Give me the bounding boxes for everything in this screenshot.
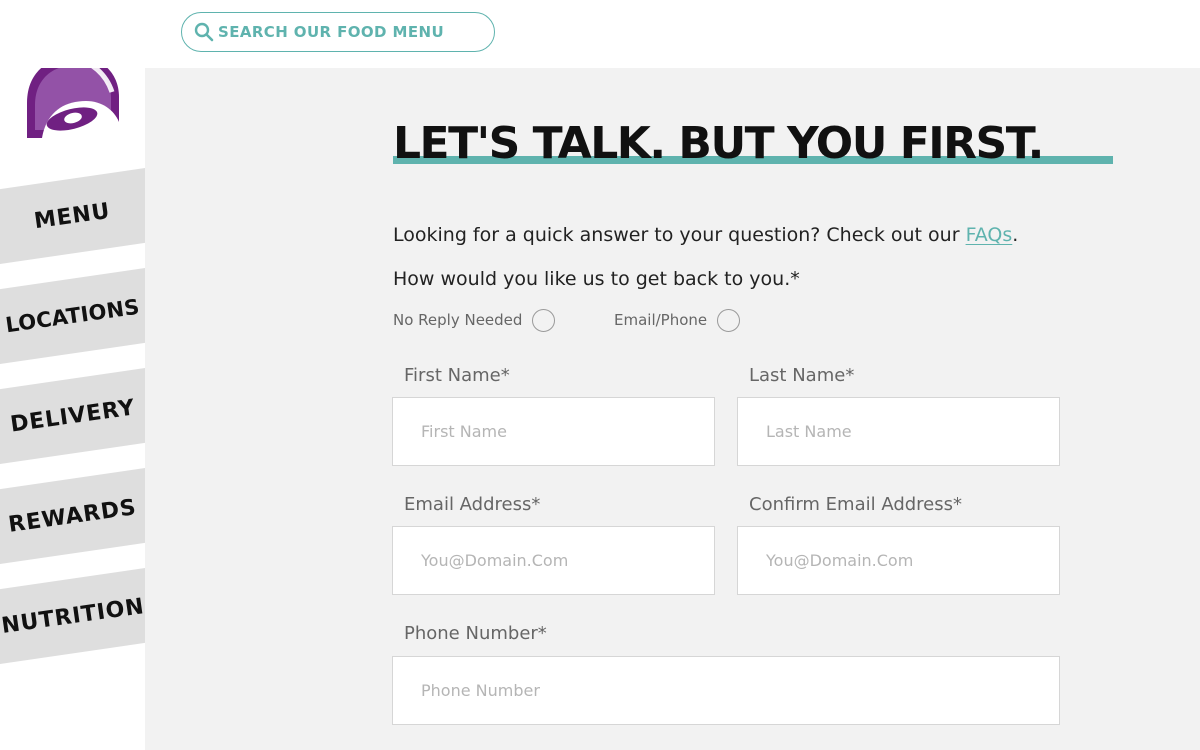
search-box[interactable] (181, 12, 495, 52)
faq-prompt-text: Looking for a quick answer to your quest… (393, 224, 966, 246)
first-name-label: First Name* (404, 365, 510, 386)
faq-prompt: Looking for a quick answer to your quest… (393, 222, 1018, 248)
last-name-label: Last Name* (749, 365, 855, 386)
email-field[interactable] (392, 526, 715, 595)
radio-button[interactable] (532, 308, 556, 332)
radio-no-reply-needed[interactable]: No Reply Needed (393, 307, 556, 333)
first-name-field[interactable] (392, 397, 715, 466)
radio-label: No Reply Needed (393, 311, 523, 329)
page-title: LET'S TALK. BUT YOU FIRST. (393, 112, 1113, 176)
email-label: Email Address* (404, 494, 541, 515)
radio-email-phone[interactable]: Email/Phone (614, 307, 741, 333)
nav-item-label: MENU (32, 198, 113, 234)
nav-item-label: LOCATIONS (3, 294, 142, 338)
search-input[interactable] (218, 23, 488, 41)
phone-number-label: Phone Number* (404, 623, 547, 644)
left-navigation: MENU LOCATIONS DELIVERY REWARDS NUTRITIO… (0, 0, 145, 750)
nav-item-nutrition[interactable]: NUTRITION (0, 568, 145, 664)
nav-item-delivery[interactable]: DELIVERY (0, 368, 145, 464)
phone-number-field[interactable] (392, 656, 1060, 725)
search-icon (194, 22, 214, 42)
radio-label: Email/Phone (614, 311, 708, 329)
top-header (0, 0, 1200, 68)
nav-item-locations[interactable]: LOCATIONS (0, 268, 145, 364)
confirm-email-label: Confirm Email Address* (749, 494, 963, 515)
faq-link[interactable]: FAQs (966, 224, 1013, 246)
taco-bell-logo[interactable] (26, 56, 120, 140)
radio-button[interactable] (717, 308, 741, 332)
nav-item-label: REWARDS (6, 494, 139, 538)
nav-item-label: DELIVERY (8, 394, 137, 438)
nav-item-rewards[interactable]: REWARDS (0, 468, 145, 564)
bell-logo-icon (27, 56, 119, 138)
last-name-field[interactable] (737, 397, 1060, 466)
faq-prompt-end: . (1012, 224, 1019, 246)
confirm-email-field[interactable] (737, 526, 1060, 595)
nav-item-menu[interactable]: MENU (0, 168, 145, 264)
reply-method-question: How would you like us to get back to you… (393, 268, 800, 290)
nav-item-label: NUTRITION (0, 593, 146, 639)
